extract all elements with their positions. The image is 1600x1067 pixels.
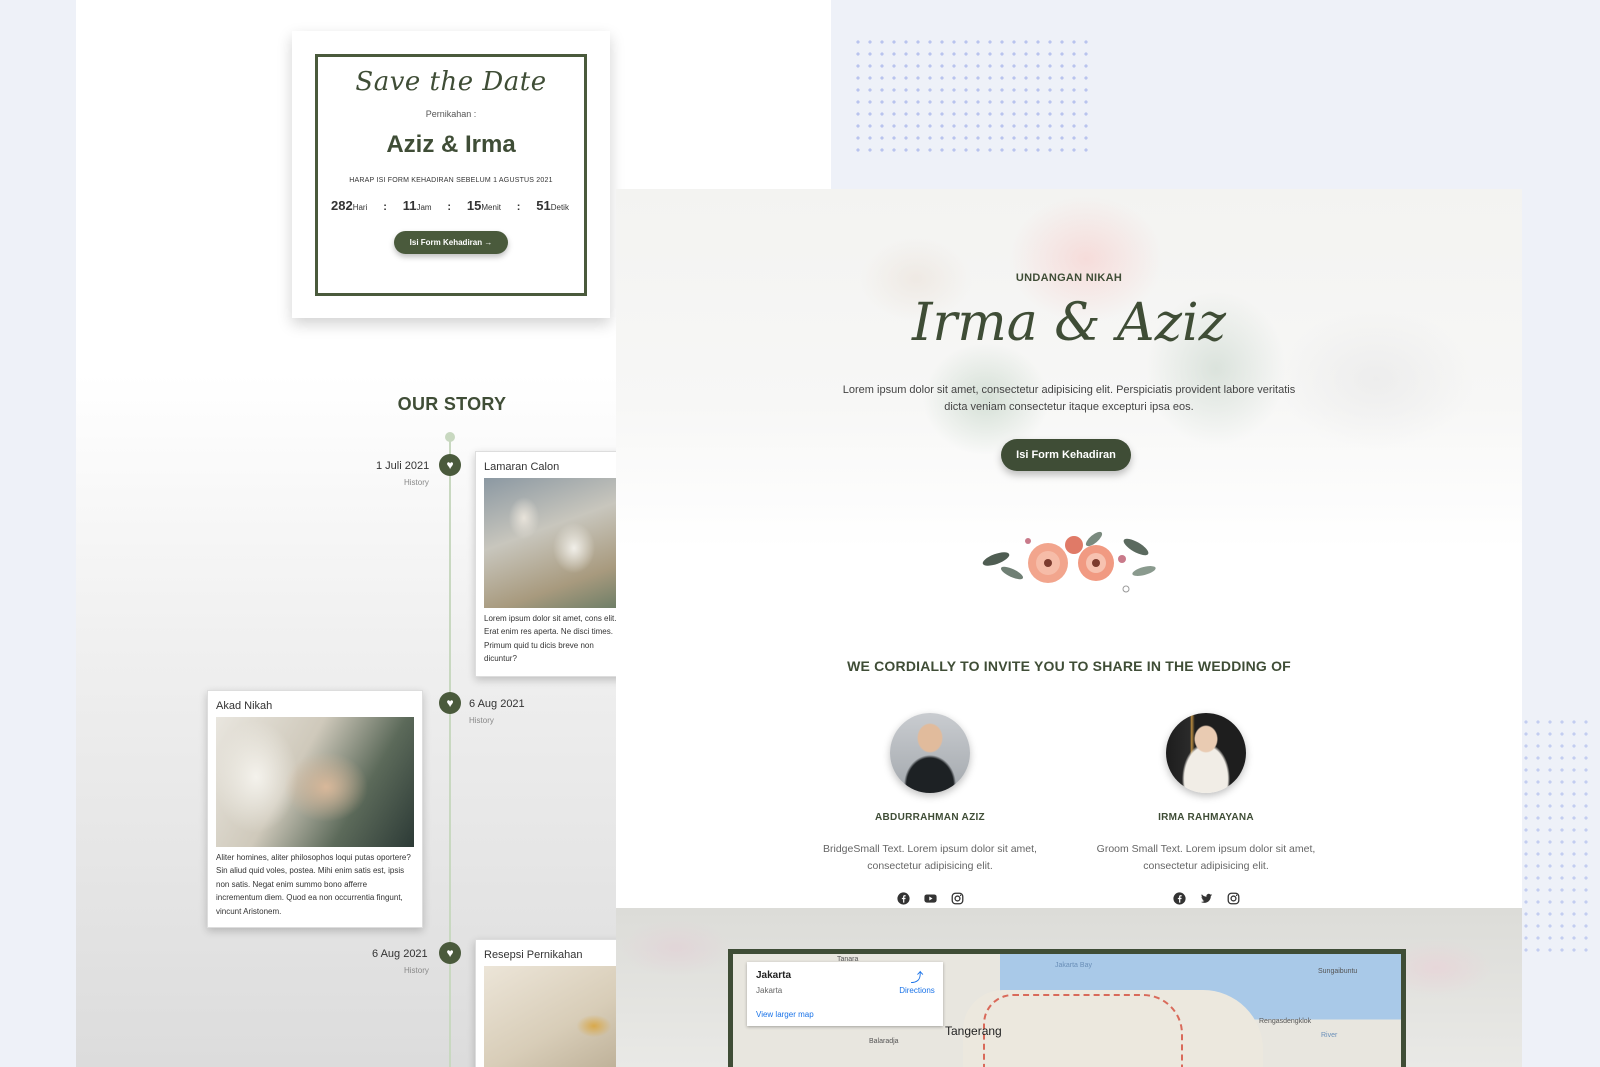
groom-bio: BridgeSmall Text. Lorem ipsum dolor sit … xyxy=(823,843,1037,872)
timeline-tag: History xyxy=(469,716,494,725)
groom-name: ABDURRAHMAN AZIZ xyxy=(875,812,985,823)
heart-icon: ♥ xyxy=(439,454,461,476)
map-label-jakarta-bay: Jakarta Bay xyxy=(1055,962,1092,969)
twitter-icon[interactable] xyxy=(1200,892,1213,905)
hero-eyebrow: UNDANGAN NIKAH xyxy=(1015,272,1123,284)
facebook-icon[interactable] xyxy=(1172,892,1186,905)
timeline-card-akad[interactable]: Akad Nikah Aliter homines, aliter philos… xyxy=(207,690,423,928)
bride-avatar xyxy=(1166,713,1246,793)
invitation-page-panel: UNDANGAN NIKAH Irma & Aziz Lorem ipsum d… xyxy=(616,189,1522,1067)
save-the-date-subtitle: Pernikahan : xyxy=(425,109,477,119)
timeline-card-text: Lorem ipsum dolor sit amet, cons elit. E… xyxy=(484,614,617,664)
timeline-card-title: Akad Nikah xyxy=(216,700,273,712)
map-label-sungaibuntu: Sungaibuntu xyxy=(1318,968,1358,975)
couple-names: Aziz & Irma xyxy=(386,131,516,158)
resepsi-photo xyxy=(484,966,626,1067)
hero-section: UNDANGAN NIKAH Irma & Aziz Lorem ipsum d… xyxy=(616,189,1522,549)
heart-icon: ♥ xyxy=(439,942,461,964)
map-place-subtitle: Jakarta xyxy=(756,986,783,995)
map-section: Tanara Jakarta Bay Sungaibuntu Rengasden… xyxy=(616,908,1522,1067)
map-label-rengasdengklok: Rengasdengklok xyxy=(1259,1018,1312,1025)
floral-ornament-icon xyxy=(982,531,1156,593)
map-place-card: Jakarta Jakarta View larger map ⤴ Direct… xyxy=(747,962,943,1026)
bride-profile: IRMA RAHMAYANA Groom Small Text. Lorem i… xyxy=(1086,713,1326,905)
facebook-icon[interactable] xyxy=(896,892,910,905)
countdown-seconds: 51Detik xyxy=(536,198,569,213)
countdown-timer: 282Hari : 11Jam : 15Menit : 51Detik xyxy=(331,198,569,213)
youtube-icon[interactable] xyxy=(923,892,937,905)
timeline-tag: History xyxy=(404,966,429,975)
save-the-date-title: Save the Date xyxy=(355,67,547,97)
hero-rsvp-button[interactable]: Isi Form Kehadiran xyxy=(1001,439,1131,471)
decorative-dot-pattern xyxy=(852,36,1092,154)
countdown-days: 282Hari xyxy=(331,198,368,213)
bride-social-links xyxy=(1086,892,1326,905)
timeline-line xyxy=(449,436,451,1067)
lamaran-photo xyxy=(484,478,626,608)
hero-description: Lorem ipsum dolor sit amet, consectetur … xyxy=(842,384,1296,413)
rsvp-deadline-note: HARAP ISI FORM KEHADIRAN SEBELUM 1 AGUST… xyxy=(349,177,553,184)
timeline-card-title: Lamaran Calon xyxy=(484,461,560,473)
invite-heading: WE CORDIALLY TO INVITE YOU TO SHARE IN T… xyxy=(847,658,1291,674)
map-place-title: Jakarta xyxy=(756,970,792,981)
countdown-separator: : xyxy=(447,201,452,213)
directions-label: Directions xyxy=(899,986,935,995)
timeline-card-lamaran[interactable]: Lamaran Calon Lorem ipsum dolor sit amet… xyxy=(475,451,635,677)
hero-couple-names: Irma & Aziz xyxy=(911,293,1227,353)
countdown-separator: : xyxy=(383,201,387,213)
save-the-date-frame: Save the Date Pernikahan : Aziz & Irma H… xyxy=(315,54,587,296)
map-label-river: River xyxy=(1321,1032,1338,1039)
groom-avatar xyxy=(890,713,970,793)
directions-icon: ⤴ xyxy=(910,970,924,985)
map-label-tangerang: Tangerang xyxy=(945,1024,1002,1038)
timeline-date: 1 Juli 2021 xyxy=(376,460,430,472)
map-district-boundary xyxy=(983,994,1183,1067)
decorative-dot-pattern-right xyxy=(1520,716,1590,956)
rsvp-form-button[interactable]: Isi Form Kehadiran → xyxy=(393,231,509,254)
bride-name: IRMA RAHMAYANA xyxy=(1158,812,1254,823)
instagram-icon[interactable] xyxy=(951,892,964,905)
countdown-minutes: 15Menit xyxy=(466,198,501,213)
timeline-card-resepsi[interactable]: Resepsi Pernikahan xyxy=(475,939,635,1067)
directions-button[interactable]: ⤴ Directions xyxy=(897,970,937,995)
timeline-tag: History xyxy=(404,478,429,487)
timeline-date: 6 Aug 2021 xyxy=(469,698,525,710)
timeline-card-text: Aliter homines, aliter philosophos loqui… xyxy=(216,853,411,916)
countdown-separator: : xyxy=(516,201,521,213)
akad-photo xyxy=(216,717,414,847)
our-story-heading: OUR STORY xyxy=(397,394,507,414)
groom-social-links xyxy=(810,892,1050,905)
location-map[interactable]: Tanara Jakarta Bay Sungaibuntu Rengasden… xyxy=(728,949,1406,1067)
timeline-date: 6 Aug 2021 xyxy=(372,948,428,960)
timeline-card-title: Resepsi Pernikahan xyxy=(484,949,583,961)
groom-profile: ABDURRAHMAN AZIZ BridgeSmall Text. Lorem… xyxy=(810,713,1050,905)
bride-bio: Groom Small Text. Lorem ipsum dolor sit … xyxy=(1096,843,1316,872)
view-larger-map-link[interactable]: View larger map xyxy=(756,1010,814,1019)
timeline-start-dot xyxy=(445,432,455,442)
instagram-icon[interactable] xyxy=(1227,892,1240,905)
heart-icon: ♥ xyxy=(439,692,461,714)
countdown-hours: 11Jam xyxy=(402,198,432,213)
map-label-balaraja: Balaradja xyxy=(869,1038,899,1045)
save-the-date-card: Save the Date Pernikahan : Aziz & Irma H… xyxy=(292,31,610,318)
